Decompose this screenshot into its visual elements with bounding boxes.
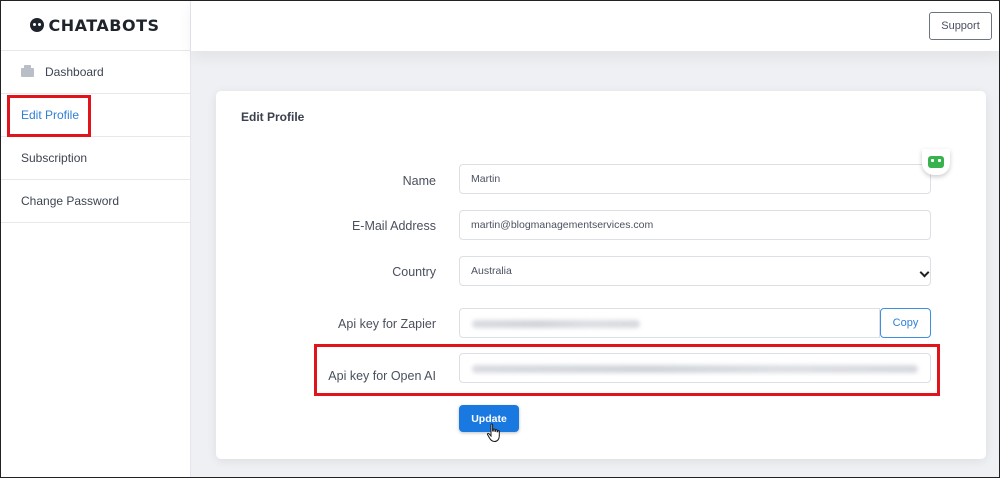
name-label: Name — [402, 174, 436, 188]
card-title: Edit Profile — [241, 110, 305, 124]
sidebar-item-dashboard[interactable]: Dashboard — [0, 51, 190, 94]
openai-api-key-label: Api key for Open AI — [328, 369, 436, 383]
top-bar: Support — [191, 0, 1000, 51]
sidebar-item-change-password[interactable]: Change Password — [0, 180, 190, 223]
country-label: Country — [392, 265, 436, 279]
robot-icon — [928, 156, 944, 168]
sidebar-item-label: Dashboard — [45, 65, 104, 79]
support-button[interactable]: Support — [929, 12, 992, 40]
email-input[interactable] — [459, 210, 931, 240]
dashboard-icon — [21, 64, 34, 77]
openai-api-key-input[interactable] — [459, 353, 931, 383]
copy-button[interactable]: Copy — [880, 308, 931, 338]
edit-profile-card: Edit Profile Name E-Mail Address Country… — [216, 91, 986, 459]
zapier-api-key-input[interactable] — [459, 308, 880, 338]
sidebar-item-label: Edit Profile — [21, 108, 80, 122]
sidebar: CHATABOTS Dashboard Edit Profile Subscri… — [0, 0, 191, 478]
country-select[interactable]: Australia — [459, 256, 931, 286]
brand-logo[interactable]: CHATABOTS — [0, 0, 190, 51]
chat-widget-badge[interactable] — [922, 149, 950, 175]
redacted-zapier-key — [472, 320, 640, 328]
sidebar-item-edit-profile[interactable]: Edit Profile — [0, 94, 190, 137]
sidebar-item-label: Change Password — [21, 194, 120, 208]
brand-logo-text: CHATABOTS — [48, 15, 160, 35]
name-input[interactable] — [459, 164, 931, 194]
email-label: E-Mail Address — [351, 219, 436, 233]
redacted-openai-key — [472, 365, 918, 373]
hand-pointer-cursor-icon — [486, 423, 500, 443]
zapier-api-key-label: Api key for Zapier — [338, 317, 436, 331]
sidebar-item-label: Subscription — [21, 151, 88, 165]
robot-logo-icon — [30, 18, 45, 32]
sidebar-item-subscription[interactable]: Subscription — [0, 137, 190, 180]
